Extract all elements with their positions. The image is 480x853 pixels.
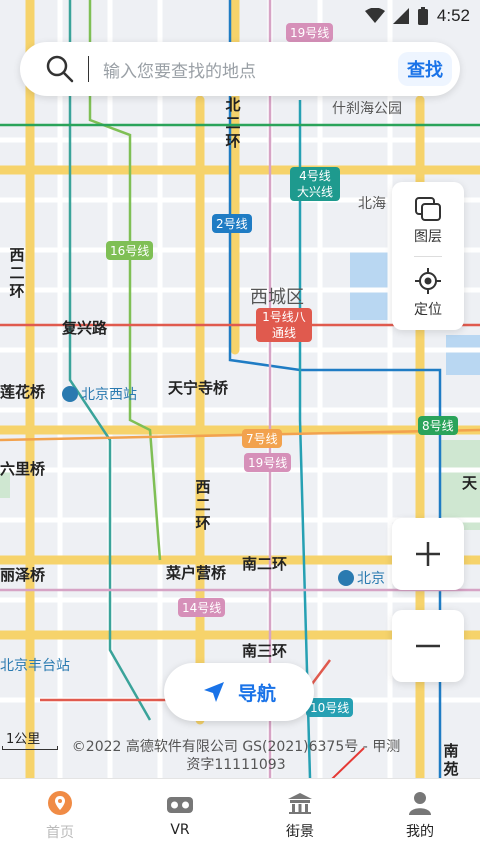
tab-street-view[interactable]: 街景	[240, 779, 360, 853]
road-label: 南二环	[242, 555, 288, 573]
station-label: 北京西站	[62, 384, 137, 404]
metro-label: 14号线	[178, 598, 226, 617]
minus-icon	[416, 644, 440, 648]
vr-headset-icon	[167, 797, 193, 813]
tab-label: 我的	[406, 824, 434, 840]
status-icons: 4:52	[364, 6, 470, 26]
tab-label: 街景	[286, 824, 314, 840]
road-label: 西二环	[9, 246, 25, 300]
tab-label: VR	[170, 822, 190, 838]
station-icon	[338, 570, 354, 586]
road-label: 复兴路	[62, 319, 108, 337]
bottom-tab-bar: 首页 VR 街景 我的	[0, 778, 480, 853]
locate-label: 定位	[414, 302, 442, 318]
scale-bar	[2, 746, 58, 750]
search-bar[interactable]: 输入您要查找的地点 查找	[20, 42, 460, 96]
metro-label: 1号线八通线	[256, 308, 312, 342]
zoom-in-button[interactable]	[392, 518, 464, 590]
locate-button[interactable]: 定位	[392, 258, 464, 328]
navigation-button[interactable]: 导航	[164, 663, 314, 721]
navigation-arrow-icon	[203, 682, 224, 702]
search-button[interactable]: 查找	[398, 52, 452, 86]
metro-label: 19号线	[244, 453, 292, 472]
layers-icon	[415, 197, 441, 221]
station-label: 北京	[338, 568, 385, 588]
road-label: 莲花桥	[0, 383, 46, 401]
signal-icon	[392, 8, 409, 24]
poi-label: 什刹海公园	[332, 101, 402, 117]
road-label: 天	[462, 474, 478, 492]
metro-label: 7号线	[242, 429, 282, 448]
road-label: 丽泽桥	[0, 566, 46, 584]
station-icon	[62, 386, 78, 402]
road-label: 西二环	[195, 478, 211, 532]
tab-vr[interactable]: VR	[120, 779, 240, 853]
station-label: 北京丰台站	[0, 658, 70, 674]
layers-label: 图层	[414, 229, 442, 245]
status-bar: 4:52	[0, 0, 480, 34]
road-label: 菜户营桥	[166, 564, 227, 582]
zoom-out-button[interactable]	[392, 610, 464, 682]
poi-label: 北海	[358, 196, 386, 212]
scale-label: 1公里	[6, 732, 41, 747]
district-label: 西城区	[250, 287, 304, 308]
metro-label: 8号线	[418, 416, 458, 435]
navigation-label: 导航	[237, 682, 276, 705]
location-pin-icon	[48, 791, 72, 815]
metro-label: 4号线大兴线	[290, 167, 340, 201]
panel-divider	[414, 256, 442, 257]
map-copyright: ©2022 高德软件有限公司 GS(2021)6375号 - 甲测资字11111…	[71, 739, 401, 773]
street-view-icon	[288, 793, 312, 814]
layers-button[interactable]: 图层	[392, 186, 464, 256]
tab-label: 首页	[46, 825, 74, 841]
road-label: 天宁寺桥	[168, 379, 229, 397]
status-time: 4:52	[436, 6, 470, 25]
road-label: 北二环	[225, 96, 241, 150]
tab-home[interactable]: 首页	[0, 779, 120, 853]
user-icon	[409, 792, 431, 815]
battery-icon	[417, 7, 428, 25]
search-icon[interactable]	[34, 42, 86, 96]
road-label: 南三环	[242, 642, 288, 660]
tab-profile[interactable]: 我的	[360, 779, 480, 853]
metro-label: 10号线	[306, 698, 354, 717]
crosshair-icon	[415, 268, 441, 294]
plus-icon	[416, 542, 440, 566]
map-tools-panel: 图层 定位	[392, 182, 464, 330]
search-input[interactable]: 输入您要查找的地点	[103, 57, 398, 82]
road-label: 六里桥	[0, 460, 46, 478]
metro-label: 16号线	[106, 241, 154, 260]
road-label: 南苑	[443, 742, 459, 778]
metro-label: 2号线	[212, 214, 252, 233]
search-divider	[88, 56, 89, 82]
wifi-icon	[364, 8, 385, 23]
